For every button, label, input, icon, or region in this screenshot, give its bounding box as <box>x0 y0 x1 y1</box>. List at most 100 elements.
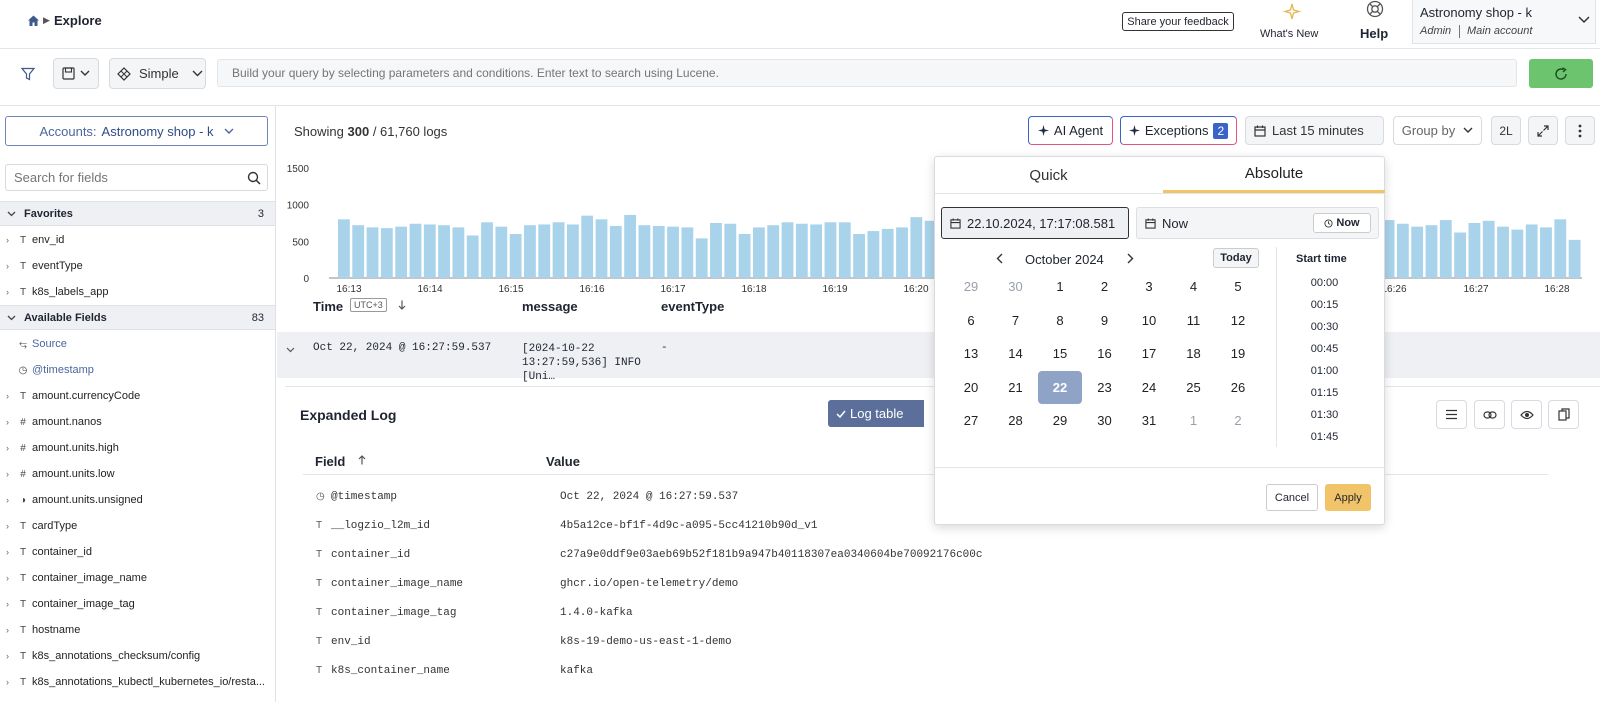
histogram-bar[interactable] <box>595 219 608 278</box>
field-item[interactable]: › Tcontainer_image_name <box>0 565 275 591</box>
calendar-day[interactable]: 15 <box>1038 337 1082 370</box>
histogram-bar[interactable] <box>1540 227 1552 278</box>
histogram-bar[interactable] <box>881 228 894 278</box>
copy-link-button[interactable] <box>1474 400 1505 429</box>
calendar-day[interactable]: 30 <box>1083 404 1127 437</box>
histogram-bar[interactable] <box>352 225 365 278</box>
prev-month-icon[interactable] <box>996 253 1003 264</box>
histogram-bar[interactable] <box>738 234 751 278</box>
calendar-day[interactable]: 13 <box>949 337 993 370</box>
density-button[interactable]: 2L <box>1491 116 1521 145</box>
calendar-day[interactable]: 5 <box>1216 270 1260 303</box>
calendar-day[interactable]: 4 <box>1172 270 1216 303</box>
help-button[interactable]: Help <box>1356 0 1396 46</box>
expanded-field-row[interactable]: Tk8s_container_name kafka <box>303 656 1548 685</box>
histogram-bar[interactable] <box>1568 239 1581 278</box>
expanded-field-row[interactable]: Tcontainer_image_name ghcr.io/open-teleme… <box>303 569 1548 598</box>
apply-button[interactable]: Apply <box>1325 484 1371 511</box>
field-item[interactable]: › Tcontainer_image_tag <box>0 591 275 617</box>
histogram-bar[interactable] <box>466 235 479 278</box>
time-column-header[interactable]: Time <box>313 299 343 314</box>
histogram-bar[interactable] <box>566 224 579 278</box>
histogram-bar[interactable] <box>395 226 408 278</box>
histogram-bar[interactable] <box>1482 220 1495 278</box>
today-button[interactable]: Today <box>1213 248 1259 268</box>
histogram-bar[interactable] <box>1468 223 1481 278</box>
calendar-day[interactable]: 30 <box>994 270 1038 303</box>
histogram-bar[interactable] <box>438 225 450 278</box>
field-search-input[interactable] <box>6 165 236 190</box>
histogram-bar[interactable] <box>524 225 536 278</box>
time-option[interactable]: 01:00 <box>1277 360 1372 382</box>
feedback-button[interactable]: Share your feedback <box>1122 12 1234 31</box>
histogram-bar[interactable] <box>452 227 465 278</box>
histogram-bar[interactable] <box>1396 223 1409 278</box>
expanded-field-row[interactable]: Tcontainer_id c27a9e0ddf9e03aeb69b52f181b… <box>303 540 1548 569</box>
accounts-select[interactable]: Accounts: Astronomy shop - k <box>5 116 268 146</box>
calendar-day[interactable]: 29 <box>1038 404 1082 437</box>
field-item[interactable]: › # amount.units.low <box>0 461 275 487</box>
calendar-day[interactable]: 25 <box>1172 371 1216 404</box>
time-option[interactable]: 01:45 <box>1277 426 1372 448</box>
field-item[interactable]: › # amount.nanos <box>0 409 275 435</box>
favorite-field-item[interactable]: › TeventType <box>0 253 275 279</box>
calendar-day[interactable]: 3 <box>1127 270 1171 303</box>
field-item[interactable]: ⥃ Source <box>0 331 275 357</box>
time-option[interactable]: 00:00 <box>1277 272 1372 294</box>
search-icon[interactable] <box>247 171 261 185</box>
histogram-bar[interactable] <box>338 219 350 278</box>
histogram-bar[interactable] <box>695 238 708 278</box>
calendar-day[interactable]: 2 <box>1216 404 1260 437</box>
histogram-bar[interactable] <box>1425 225 1438 278</box>
time-option[interactable]: 00:45 <box>1277 338 1372 360</box>
field-item[interactable]: › Tamount.currencyCode <box>0 383 275 409</box>
histogram-bar[interactable] <box>624 214 637 278</box>
expand-button[interactable] <box>1528 116 1558 145</box>
saved-queries-button[interactable] <box>53 58 99 89</box>
field-item[interactable]: › Tk8s_annotations_kubectl_kubernetes_io/… <box>0 669 275 695</box>
run-query-button[interactable] <box>1529 59 1593 88</box>
time-option[interactable]: 00:30 <box>1277 316 1372 338</box>
calendar-day[interactable]: 28 <box>994 404 1038 437</box>
histogram-bar[interactable] <box>1497 226 1509 278</box>
time-option[interactable]: 01:30 <box>1277 404 1372 426</box>
histogram-bar[interactable] <box>1411 226 1424 278</box>
favorites-header[interactable]: Favorites 3 <box>0 201 275 226</box>
cancel-button[interactable]: Cancel <box>1266 484 1318 511</box>
whats-new-button[interactable]: What's New <box>1256 2 1326 46</box>
sort-down-icon[interactable] <box>398 300 406 310</box>
expanded-field-row[interactable]: Tenv_id k8s-19-demo-us-east-1-demo <box>303 627 1548 656</box>
calendar-day[interactable]: 31 <box>1127 404 1171 437</box>
filter-icon[interactable] <box>21 67 35 81</box>
field-item[interactable]: ◷ @timestamp <box>0 357 275 383</box>
calendar-day[interactable]: 12 <box>1216 304 1260 337</box>
start-date-input[interactable]: 22.10.2024, 17:17:08.581 <box>941 207 1129 239</box>
field-item[interactable]: › ◑ amount.units.unsigned <box>0 487 275 513</box>
time-option[interactable]: 00:15 <box>1277 294 1372 316</box>
field-item[interactable]: › Thostname <box>0 617 275 643</box>
time-range-button[interactable]: Last 15 minutes <box>1245 116 1384 145</box>
histogram-bar[interactable] <box>509 234 522 278</box>
histogram-bar[interactable] <box>380 228 393 278</box>
calendar-day[interactable]: 2 <box>1083 270 1127 303</box>
calendar-day[interactable]: 1 <box>1172 404 1216 437</box>
histogram-bar[interactable] <box>552 222 565 278</box>
chevron-down-icon[interactable] <box>286 347 295 353</box>
histogram-bar[interactable] <box>667 226 679 278</box>
calendar-day[interactable]: 11 <box>1172 304 1216 337</box>
histogram-bar[interactable] <box>638 225 651 278</box>
calendar-day[interactable]: 6 <box>949 304 993 337</box>
histogram-bar[interactable] <box>609 225 622 278</box>
tab-absolute[interactable]: Absolute <box>1163 157 1385 193</box>
histogram-bar[interactable] <box>1454 232 1467 278</box>
eventtype-column-header[interactable]: eventType <box>661 299 724 314</box>
histogram-bar[interactable] <box>710 223 722 278</box>
sort-up-icon[interactable] <box>358 455 366 465</box>
histogram-bar[interactable] <box>896 227 908 278</box>
histogram-bar[interactable] <box>538 224 551 278</box>
time-option[interactable]: 01:15 <box>1277 382 1372 404</box>
histogram-bar[interactable] <box>409 223 422 278</box>
histogram-bar[interactable] <box>838 222 851 278</box>
histogram-bar[interactable] <box>824 222 837 278</box>
histogram-bar[interactable] <box>681 227 694 278</box>
